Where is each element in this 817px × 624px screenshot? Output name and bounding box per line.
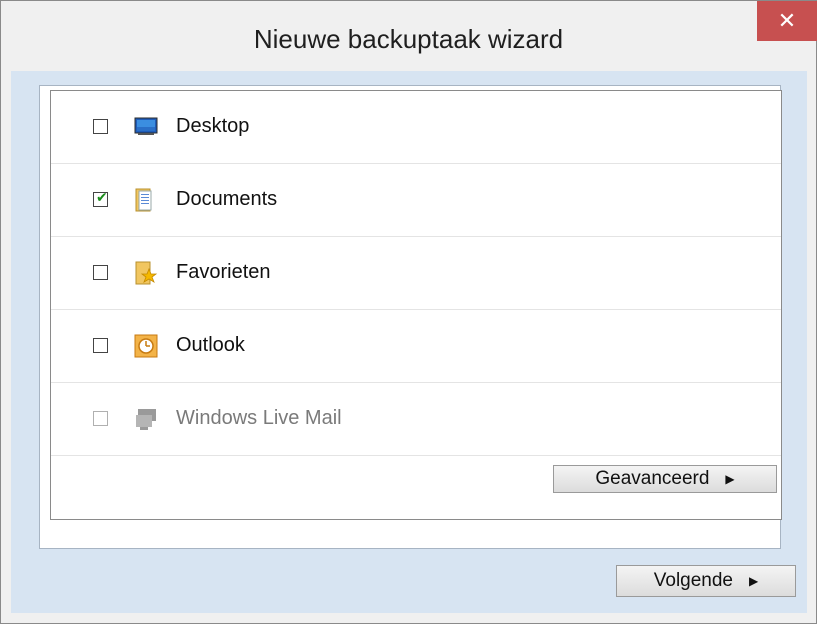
outlook-label: Outlook — [176, 334, 245, 356]
window-title: Nieuwe backuptaak wizard — [253, 24, 564, 54]
favorieten-label: Favorieten — [176, 261, 271, 283]
list-item-windows-live-mail: Windows Live Mail — [51, 383, 781, 456]
windows-live-mail-checkbox — [93, 411, 108, 426]
windows-live-mail-label: Windows Live Mail — [176, 407, 342, 429]
list-item-documents[interactable]: ✔ Documents — [51, 164, 781, 237]
outlook-icon — [134, 334, 158, 358]
outlook-checkbox[interactable] — [93, 338, 108, 353]
list-item-outlook[interactable]: Outlook — [51, 310, 781, 383]
desktop-checkbox[interactable] — [93, 119, 108, 134]
favorites-folder-icon — [135, 261, 158, 285]
next-button-label: Volgende — [653, 570, 733, 591]
chevron-right-icon: ▶ — [725, 472, 735, 486]
backup-source-list: Desktop ✔ Documents Favorieten Outlook W… — [50, 90, 782, 520]
close-button[interactable]: ✕ — [757, 1, 817, 41]
advanced-button-label: Geavanceerd — [595, 468, 710, 489]
chevron-right-icon: ▶ — [749, 574, 759, 588]
wizard-window: Nieuwe backuptaak wizard ✕ Desktop ✔ Doc… — [0, 0, 817, 624]
close-icon: ✕ — [777, 8, 797, 34]
list-item-desktop[interactable]: Desktop — [51, 91, 781, 164]
documents-folder-icon — [135, 188, 152, 212]
documents-label: Documents — [176, 188, 278, 210]
desktop-icon — [134, 117, 158, 135]
windows-live-mail-icon — [136, 409, 156, 430]
advanced-button[interactable]: Geavanceerd ▶ — [553, 465, 777, 493]
favorieten-checkbox[interactable] — [93, 265, 108, 280]
next-button[interactable]: Volgende ▶ — [616, 565, 796, 597]
documents-checkbox[interactable]: ✔ — [93, 190, 108, 207]
list-item-favorieten[interactable]: Favorieten — [51, 237, 781, 310]
content-panel: Desktop ✔ Documents Favorieten Outlook W… — [39, 85, 782, 549]
checkmark-icon: ✔ — [96, 190, 108, 206]
title-bar: Nieuwe backuptaak wizard ✕ — [1, 1, 817, 81]
desktop-label: Desktop — [176, 115, 250, 137]
client-area: Desktop ✔ Documents Favorieten Outlook W… — [11, 71, 807, 613]
